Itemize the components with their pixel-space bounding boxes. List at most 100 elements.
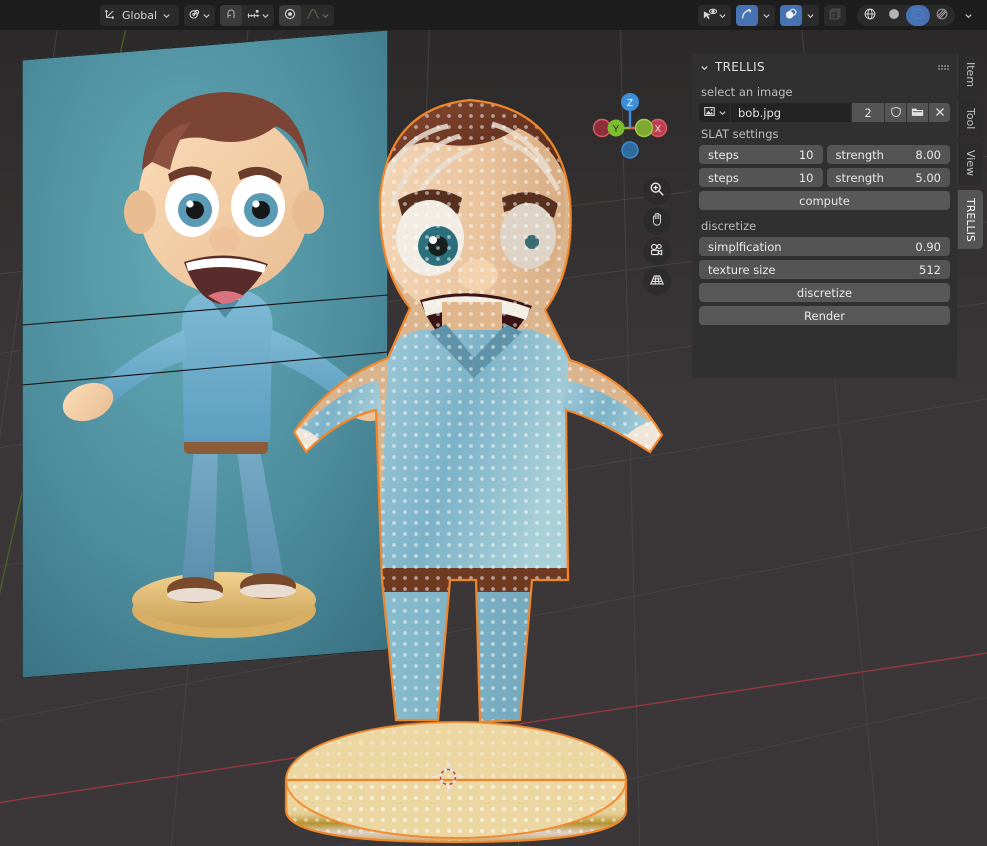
- snap-magnet-icon: [224, 7, 238, 24]
- navigation-gizmo[interactable]: Z Y X: [592, 86, 668, 162]
- 3d-cursor: [432, 761, 464, 793]
- viewport-shading-group[interactable]: [857, 4, 955, 26]
- image-datablock-icon: [703, 103, 716, 122]
- chevron-down-icon: [719, 111, 726, 116]
- proportional-edit-group[interactable]: [279, 4, 335, 26]
- chevron-down-icon: [719, 13, 726, 18]
- generated-3d-model[interactable]: [270, 80, 670, 846]
- shading-dropdown[interactable]: [960, 5, 977, 26]
- chevron-down-icon: [763, 13, 770, 18]
- proportional-edit-icon: [283, 7, 297, 24]
- simplification-row: simplfication 0.90: [699, 237, 950, 256]
- image-users-count[interactable]: 2: [852, 103, 884, 122]
- gizmo-icon: [740, 7, 754, 24]
- pan-view-button[interactable]: [643, 207, 671, 235]
- chevron-down-icon: [322, 13, 329, 18]
- slat-settings-label: SLAT settings: [701, 127, 779, 141]
- pivot-point-button[interactable]: [184, 5, 215, 26]
- pivot-point-group[interactable]: [184, 4, 216, 26]
- slat-strength-field-0[interactable]: strength 8.00: [826, 145, 950, 164]
- toggle-ortho-button[interactable]: [643, 267, 671, 295]
- proportional-falloff-button[interactable]: [301, 5, 334, 26]
- sidebar-tab-item[interactable]: Item: [957, 54, 983, 96]
- zoom-view-button[interactable]: [643, 177, 671, 205]
- overlays-group[interactable]: [780, 4, 819, 26]
- chevron-down-icon: [965, 13, 972, 18]
- xray-toggle[interactable]: [824, 5, 846, 26]
- shading-material-button[interactable]: [906, 4, 930, 26]
- field-label: strength: [835, 147, 884, 162]
- shading-wireframe-button[interactable]: [858, 5, 882, 26]
- slat-steps-field-0[interactable]: steps 10: [699, 145, 823, 164]
- image-datablock-dropdown[interactable]: [699, 103, 730, 122]
- chevron-down-icon: [203, 13, 210, 18]
- chevron-down-icon: [163, 13, 170, 18]
- image-name-field[interactable]: bob.jpg: [731, 103, 851, 122]
- snap-target-button[interactable]: [242, 5, 274, 26]
- fake-user-button[interactable]: [885, 103, 906, 122]
- snapping-group[interactable]: [220, 4, 275, 26]
- trellis-sidebar-panel: TRELLIS select an image bob.jpg 2 SLAT s…: [692, 54, 957, 378]
- field-label: simplfication: [708, 239, 782, 254]
- shading-rendered-button[interactable]: [930, 5, 954, 26]
- shading-material-icon: [911, 6, 925, 25]
- x-icon: [934, 103, 946, 122]
- object-visibility-group[interactable]: [698, 4, 731, 26]
- xray-toggle-icon: [828, 7, 842, 24]
- shading-rendered-icon: [935, 6, 949, 25]
- field-label: steps: [708, 147, 739, 162]
- discretize-button[interactable]: discretize: [699, 283, 950, 302]
- gizmo-axis-z-label: Z: [627, 98, 633, 109]
- trellis-panel-header[interactable]: TRELLIS: [692, 54, 957, 80]
- chevron-down-icon: [262, 13, 269, 18]
- object-visibility-button[interactable]: [698, 5, 731, 26]
- snap-magnet-toggle[interactable]: [220, 4, 243, 26]
- sidebar-tab-view[interactable]: View: [957, 142, 983, 185]
- field-value: 5.00: [915, 170, 941, 185]
- shading-solid-button[interactable]: [882, 5, 906, 26]
- 3d-viewport[interactable]: Z Y X TRELLIS select an image bob.jpg 2 …: [0, 30, 987, 846]
- field-label: texture size: [708, 262, 776, 277]
- transform-orientation-button[interactable]: Global: [100, 5, 179, 26]
- gizmo-dropdown[interactable]: [758, 4, 775, 26]
- grid-perspective-icon: [649, 272, 665, 291]
- field-value: 0.90: [915, 239, 941, 254]
- camera-view-button[interactable]: [643, 237, 671, 265]
- field-value: 10: [798, 147, 814, 162]
- falloff-curve-icon: [305, 7, 321, 24]
- slat-strength-field-1[interactable]: strength 5.00: [826, 168, 950, 187]
- folder-open-icon: [911, 103, 924, 122]
- field-label: strength: [835, 170, 884, 185]
- compute-button[interactable]: compute: [699, 191, 950, 210]
- chevron-down-icon[interactable]: [700, 63, 709, 72]
- overlays-dropdown[interactable]: [802, 4, 819, 26]
- chevron-down-icon: [807, 13, 814, 18]
- slat-row-0: steps 10 strength 8.00: [699, 145, 950, 164]
- sidebar-tab-strip: Item Tool View TRELLIS: [957, 54, 987, 304]
- snap-increment-icon: [246, 7, 261, 24]
- panel-grip-icon[interactable]: [938, 64, 949, 70]
- camera-icon: [649, 242, 666, 261]
- image-datablock-selector[interactable]: bob.jpg 2: [699, 103, 950, 122]
- texture-size-field[interactable]: texture size 512: [699, 260, 950, 279]
- slat-steps-field-1[interactable]: steps 10: [699, 168, 823, 187]
- unlink-image-button[interactable]: [929, 103, 950, 122]
- transform-orientation-label: Global: [122, 8, 158, 22]
- gizmo-group[interactable]: [736, 4, 775, 26]
- open-image-button[interactable]: [907, 103, 928, 122]
- proportional-edit-toggle[interactable]: [279, 4, 302, 26]
- sidebar-tab-trellis[interactable]: TRELLIS: [957, 189, 983, 250]
- overlays-toggle[interactable]: [780, 4, 802, 26]
- discretize-label: discretize: [701, 219, 757, 233]
- xray-group[interactable]: [824, 4, 846, 26]
- shading-solid-icon: [887, 6, 901, 25]
- transform-orientation-group[interactable]: Global: [100, 4, 180, 26]
- gizmo-toggle[interactable]: [736, 4, 758, 26]
- sidebar-tab-tool[interactable]: Tool: [957, 100, 983, 138]
- hand-icon: [649, 211, 665, 231]
- simplification-field[interactable]: simplfication 0.90: [699, 237, 950, 256]
- render-button[interactable]: Render: [699, 306, 950, 325]
- magnifier-plus-icon: [649, 181, 665, 201]
- blender-window: Global Z Y X TRELLIS select an image bob…: [0, 0, 987, 846]
- field-value: 10: [798, 170, 814, 185]
